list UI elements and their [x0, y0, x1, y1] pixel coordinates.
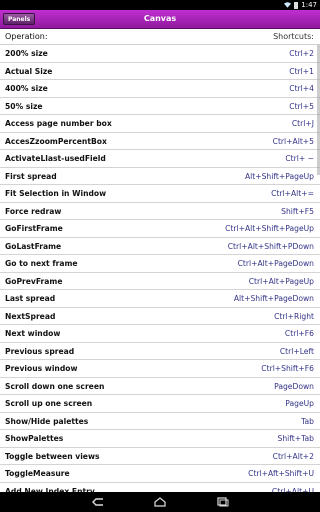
navigation-bar: [0, 492, 320, 512]
operation-label: Previous spread: [5, 346, 75, 356]
shortcut-label: Ctrl+5: [289, 101, 314, 111]
shortcuts-header: Shortcuts:: [273, 32, 314, 41]
shortcut-label: Shift+Tab: [277, 434, 314, 443]
page-title: Canvas: [143, 14, 177, 23]
operation-label: Last spread: [5, 294, 56, 303]
list-header: Operation: Shortcuts:: [0, 28, 320, 45]
operation-label: Toggle between views: [5, 451, 100, 461]
panels-button[interactable]: Panels: [3, 13, 36, 25]
back-button[interactable]: [88, 495, 108, 509]
operation-label: ActivateLlast-usedField: [5, 154, 106, 163]
operation-label: Scroll up one screen: [5, 399, 93, 408]
shortcut-list[interactable]: 200% size Ctrl+2 Actual Size Ctrl+1 400% s…: [0, 45, 320, 500]
list-item[interactable]: First spread Alt+Shift+PageUp: [0, 168, 320, 185]
list-item[interactable]: ActivateLlast-usedField Ctrl+ ~: [0, 150, 320, 168]
list-item[interactable]: Access page number box Ctrl+J: [0, 115, 320, 133]
list-item[interactable]: Actual Size Ctrl+1: [0, 63, 320, 80]
operation-label: Go to next frame: [5, 259, 78, 268]
operation-label: Force redraw: [5, 206, 62, 216]
home-icon: [154, 497, 166, 507]
shortcut-label: Ctrl+Alt+PageUp: [248, 276, 314, 286]
shortcut-label: Ctrl+Aft+Shift+U: [248, 469, 314, 478]
list-item[interactable]: Show/Hide palettes Tab: [0, 413, 320, 430]
list-item[interactable]: GoPrevFrame Ctrl+Alt+PageUp: [0, 273, 320, 290]
operation-label: Fit Selection in Window: [5, 189, 107, 198]
list-item[interactable]: Force redraw Shift+F5: [0, 203, 320, 220]
operation-label: Actual Size: [5, 66, 53, 76]
home-button[interactable]: [150, 495, 170, 509]
list-item[interactable]: Next window Ctrl+F6: [0, 325, 320, 343]
operation-label: NextSpread: [5, 311, 56, 321]
shortcut-label: Ctrl+Alt+Shift+PDown: [227, 241, 314, 251]
list-item[interactable]: Last spread Alt+Shift+PageDown: [0, 290, 320, 308]
shortcut-label: Ctrl+Left: [279, 346, 314, 356]
shortcut-label: Alt+Shift+PageUp: [244, 171, 314, 181]
shortcut-label: Ctrl+F6: [284, 329, 314, 338]
list-item[interactable]: ToggleMeasure Ctrl+Aft+Shift+U: [0, 465, 320, 483]
shortcut-label: Ctrl+2: [289, 49, 314, 58]
list-item[interactable]: 200% size Ctrl+2: [0, 45, 320, 63]
operation-label: Access page number box: [5, 119, 112, 128]
wifi-icon: [284, 2, 292, 8]
operation-label: ToggleMeasure: [5, 469, 70, 478]
list-item[interactable]: Scroll up one screen PageUp: [0, 395, 320, 413]
shortcut-label: Ctrl+Alt+=: [271, 189, 314, 198]
operation-label: 50% size: [5, 101, 43, 111]
operation-label: 400% size: [5, 84, 48, 93]
shortcut-label: Shift+F5: [281, 206, 314, 216]
shortcut-label: Ctrl+J: [291, 119, 314, 128]
shortcut-label: PageUp: [285, 399, 314, 408]
operation-label: GoLastFrame: [5, 241, 62, 251]
shortcut-label: Ctrl+4: [289, 84, 314, 93]
list-item[interactable]: Toggle between views Ctrl+Alt+2: [0, 448, 320, 465]
operation-label: ShowPalettes: [5, 434, 64, 443]
shortcut-label: Ctrl+Right: [274, 311, 314, 321]
operation-label: Show/Hide palettes: [5, 416, 89, 426]
shortcut-label: Alt+Shift+PageDown: [233, 294, 314, 303]
shortcut-label: PageDown: [274, 381, 314, 391]
operation-label: AccesZzoomPercentBox: [5, 136, 107, 146]
shortcut-label: Ctrl+1: [289, 66, 314, 76]
list-item[interactable]: NextSpread Ctrl+Right: [0, 308, 320, 325]
operation-header: Operation:: [5, 32, 48, 41]
shortcut-label: Ctrl+Alt+Shift+PageUp: [225, 224, 314, 233]
list-item[interactable]: Previous spread Ctrl+Left: [0, 343, 320, 360]
back-icon: [92, 498, 103, 506]
status-time: 1:47: [301, 1, 317, 9]
operation-label: Scroll down one screen: [5, 381, 105, 391]
list-item[interactable]: 50% size Ctrl+5: [0, 98, 320, 115]
list-item[interactable]: ShowPalettes Shift+Tab: [0, 430, 320, 448]
shortcut-label: Ctrl+ ~: [285, 154, 314, 163]
title-bar: Canvas Panels: [0, 10, 320, 29]
shortcut-label: Ctrl+Alt+2: [272, 451, 314, 461]
shortcut-label: Ctrl+Alt+PageDown: [237, 259, 314, 268]
list-item[interactable]: GoLastFrame Ctrl+Alt+Shift+PDown: [0, 238, 320, 255]
recents-button[interactable]: [212, 495, 232, 509]
list-item[interactable]: Scroll down one screen PageDown: [0, 378, 320, 395]
list-item[interactable]: Fit Selection in Window Ctrl+Alt+=: [0, 185, 320, 203]
list-item[interactable]: Go to next frame Ctrl+Alt+PageDown: [0, 255, 320, 273]
list-item[interactable]: GoFirstFrame Ctrl+Alt+Shift+PageUp: [0, 220, 320, 238]
shortcut-label: Ctrl+Shift+F6: [261, 364, 314, 373]
shortcut-label: Tab: [301, 416, 314, 426]
list-item[interactable]: 400% size Ctrl+4: [0, 80, 320, 98]
operation-label: Previous window: [5, 364, 78, 373]
operation-label: GoPrevFrame: [5, 276, 63, 286]
status-icons: 1:47: [284, 0, 317, 10]
battery-icon: [294, 1, 299, 9]
operation-label: Next window: [5, 329, 61, 338]
list-item[interactable]: Previous window Ctrl+Shift+F6: [0, 360, 320, 378]
operation-label: First spread: [5, 171, 57, 181]
list-item[interactable]: AccesZzoomPercentBox Ctrl+Alt+5: [0, 133, 320, 150]
operation-label: 200% size: [5, 49, 48, 58]
recents-icon: [217, 497, 229, 507]
shortcut-label: Ctrl+Alt+5: [272, 136, 314, 146]
status-bar: 1:47: [0, 0, 320, 10]
operation-label: GoFirstFrame: [5, 224, 63, 233]
